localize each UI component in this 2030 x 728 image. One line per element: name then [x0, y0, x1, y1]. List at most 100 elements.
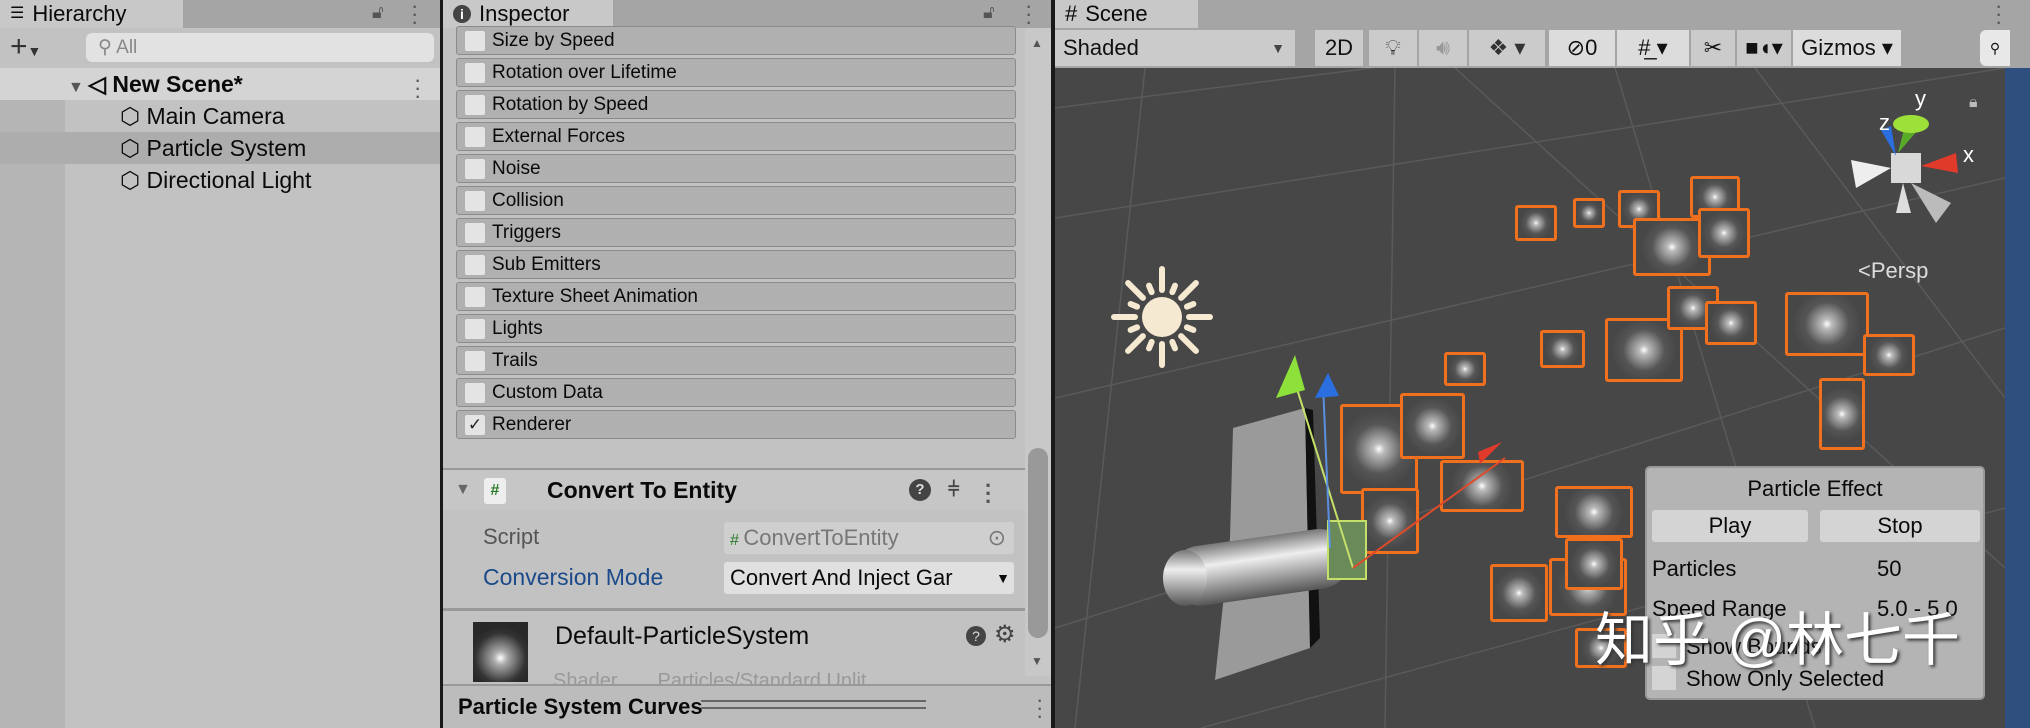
persp-label[interactable]: <Persp	[1858, 258, 1928, 284]
module-row[interactable]: Texture Sheet Animation	[456, 282, 1016, 311]
module-row[interactable]: Sub Emitters	[456, 250, 1016, 279]
lock-icon[interactable]: 🔒︎	[1969, 94, 1978, 112]
hierarchy-item-main-camera[interactable]: ⬡ Main Camera	[0, 100, 440, 132]
conversion-mode-dropdown[interactable]: Convert And Inject Gar ▼	[724, 562, 1014, 594]
module-row[interactable]: Collision	[456, 186, 1016, 215]
module-checkbox[interactable]	[465, 63, 485, 83]
capsule-cap	[1163, 550, 1207, 606]
stop-button[interactable]: Stop	[1820, 510, 1980, 542]
sun-ray	[1183, 324, 1197, 334]
curves-menu-icon[interactable]: · · ·	[1036, 689, 1043, 727]
module-checkbox[interactable]	[465, 351, 485, 371]
gizmos-dropdown[interactable]: Gizmos ▾	[1793, 30, 1901, 66]
module-row[interactable]: Custom Data	[456, 378, 1016, 407]
gameobject-cube-icon: ⬡	[120, 103, 147, 129]
hidden-objects-toggle[interactable]: ⊘0	[1549, 30, 1615, 66]
module-row[interactable]: ✓ Renderer	[456, 410, 1016, 439]
add-button[interactable]: +▼	[10, 30, 41, 68]
lock-icon[interactable]: 🔓︎	[372, 2, 384, 23]
component-menu-icon[interactable]: · · ·	[985, 475, 992, 513]
tools-icon[interactable]: ✂	[1691, 30, 1735, 66]
lighting-toggle-icon[interactable]: 💡︎	[1369, 30, 1417, 66]
scroll-down-icon[interactable]: ▼	[1031, 654, 1043, 668]
2d-toggle[interactable]: 2D	[1315, 30, 1363, 66]
curves-bar[interactable]: Particle System Curves · · ·	[443, 684, 1051, 728]
module-label: Custom Data	[492, 382, 603, 403]
scene-name: New Scene*	[112, 71, 243, 97]
module-row[interactable]: Trails	[456, 346, 1016, 375]
module-checkbox[interactable]	[465, 223, 485, 243]
scene-viewport[interactable]: y z x 🔒︎ <Persp Particle Effect Play Sto…	[1055, 68, 2005, 728]
module-label: Texture Sheet Animation	[492, 286, 698, 307]
module-label: Renderer	[492, 414, 572, 435]
x-axis-handle-icon	[1478, 442, 1502, 464]
play-button[interactable]: Play	[1652, 510, 1808, 542]
foldout-arrow-icon[interactable]: ▼	[455, 470, 471, 510]
y-axis-label: y	[1915, 86, 1926, 111]
sun-ray	[1169, 282, 1179, 296]
module-row[interactable]: Rotation by Speed	[456, 90, 1016, 119]
grid-icon: #	[1065, 1, 1078, 26]
inspector-scrollbar[interactable]: ▲ ▼	[1025, 28, 1051, 676]
module-checkbox[interactable]	[465, 31, 485, 51]
tab-hierarchy[interactable]: ☰ Hierarchy	[0, 0, 183, 28]
lock-icon[interactable]: 🔓︎	[983, 2, 995, 23]
directional-light-icon	[1111, 266, 1213, 368]
grid-snap-dropdown-icon[interactable]: #̲ ▾	[1617, 30, 1689, 66]
z-axis-label: z	[1879, 110, 1890, 135]
tab-label: Inspector	[479, 1, 570, 26]
module-checkbox[interactable]	[465, 383, 485, 403]
expand-arrow-icon[interactable]: ▼	[68, 79, 88, 96]
hierarchy-panel: ☰ Hierarchy 🔓︎ · · · +▼ ⚲ All ▼ ◁ New Scene…	[0, 0, 440, 728]
object-picker-icon[interactable]: ⊙	[988, 522, 1006, 554]
scroll-up-icon[interactable]: ▲	[1031, 36, 1043, 50]
sun-ray	[1178, 333, 1199, 354]
component-header[interactable]: ▼ # Convert To Entity ? ⫩ · · ·	[443, 470, 1025, 513]
module-checkbox[interactable]	[465, 287, 485, 307]
sun-ray	[1125, 280, 1146, 301]
scroll-thumb[interactable]	[1028, 448, 1048, 638]
drag-handle[interactable]	[701, 700, 926, 709]
preset-icon[interactable]: ⫩	[948, 470, 959, 510]
module-row[interactable]: External Forces	[456, 122, 1016, 151]
module-row[interactable]: Rotation over Lifetime	[456, 58, 1016, 87]
module-label: Rotation over Lifetime	[492, 62, 677, 83]
module-checkbox[interactable]	[465, 191, 485, 211]
effects-dropdown-icon[interactable]: ❖ ▾	[1469, 30, 1545, 66]
module-row[interactable]: Size by Speed	[456, 26, 1016, 55]
module-checkbox[interactable]	[465, 159, 485, 179]
overlay-title: Particle Effect	[1747, 476, 1883, 501]
more-menu-icon[interactable]: · · ·	[411, 0, 418, 33]
scene-menu-icon[interactable]: · · ·	[414, 69, 421, 107]
hierarchy-item-particle-system[interactable]: ⬡ Particle System	[0, 132, 440, 164]
tab-scene[interactable]: # Scene	[1055, 0, 1198, 28]
divider	[443, 608, 1025, 611]
sun-ray	[1183, 300, 1197, 310]
module-checkbox[interactable]	[465, 255, 485, 275]
camera-dropdown-icon[interactable]: ■◖▾	[1737, 30, 1791, 66]
module-checkbox[interactable]	[465, 319, 485, 339]
module-row[interactable]: Lights	[456, 314, 1016, 343]
more-menu-icon[interactable]: · · ·	[1025, 0, 1032, 33]
module-row[interactable]: Triggers	[456, 218, 1016, 247]
tab-inspector[interactable]: i Inspector	[443, 0, 613, 28]
module-checkbox[interactable]	[465, 95, 485, 115]
more-menu-icon[interactable]: · · ·	[1995, 0, 2002, 33]
search-placeholder: All	[116, 37, 138, 58]
help-icon[interactable]: ?	[909, 479, 931, 501]
shader-row[interactable]: Shader Particles/Standard Unlit	[553, 670, 1013, 684]
module-row[interactable]: Noise	[456, 154, 1016, 183]
search-input[interactable]: ⚲ All	[86, 33, 434, 62]
audio-toggle-icon[interactable]: 🔊︎	[1419, 30, 1467, 66]
unity-scene-icon: ◁	[88, 71, 113, 97]
module-checkbox[interactable]: ✓	[465, 415, 485, 435]
module-checkbox[interactable]	[465, 127, 485, 147]
script-field[interactable]: # ConvertToEntity ⊙	[724, 522, 1014, 554]
gear-icon[interactable]: ⚙	[994, 620, 1016, 649]
help-icon[interactable]: ?	[966, 626, 986, 646]
scene-search-input[interactable]: ⚲	[1980, 30, 2010, 66]
sun-ray	[1178, 280, 1199, 301]
hierarchy-item-directional-light[interactable]: ⬡ Directional Light	[0, 164, 440, 196]
scene-row[interactable]: ▼ ◁ New Scene* · · ·	[0, 68, 440, 107]
shading-dropdown[interactable]: Shaded ▼	[1055, 30, 1295, 66]
